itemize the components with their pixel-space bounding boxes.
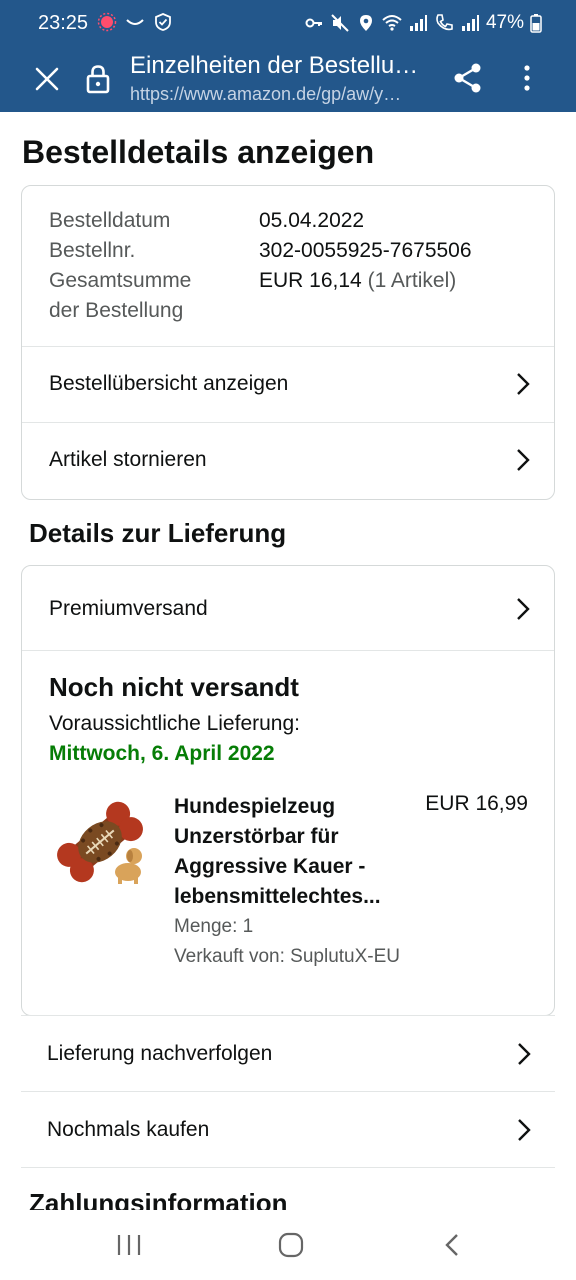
back-icon[interactable]: [438, 1232, 468, 1258]
section-divider: [21, 1167, 555, 1168]
page-heading: Bestelldetails anzeigen: [22, 134, 375, 170]
custom-tab-toolbar: Einzelheiten der Bestellu… https://www.a…: [0, 46, 576, 112]
status-right: 47%: [304, 12, 542, 34]
track-delivery-label: Lieferung nachverfolgen: [47, 1041, 273, 1065]
cancel-items-link[interactable]: Artikel stornieren: [22, 422, 554, 498]
view-order-summary-link[interactable]: Bestellübersicht anzeigen: [22, 346, 554, 422]
cancel-items-label: Artikel stornieren: [49, 448, 207, 471]
chevron-right-icon: [517, 373, 530, 395]
track-delivery-link[interactable]: Lieferung nachverfolgen: [21, 1015, 555, 1091]
product-image[interactable]: [48, 790, 152, 894]
order-date-label: Bestelldatum: [49, 209, 171, 232]
eta-label: Voraussichtliche Lieferung:: [49, 712, 300, 735]
product-price: EUR 16,99: [425, 792, 528, 815]
status-time: 23:25: [38, 12, 89, 34]
home-icon[interactable]: [276, 1232, 306, 1258]
delivery-card: Premiumversand Noch nicht versandt Vorau…: [21, 565, 555, 1016]
call-icon: [436, 14, 453, 31]
close-icon[interactable]: [30, 62, 64, 96]
status-left-icons: [97, 12, 173, 32]
order-item-count: (1 Artikel): [367, 269, 457, 292]
chevron-right-icon: [518, 1042, 531, 1065]
order-total-label-2: der Bestellung: [49, 299, 184, 322]
notification-dot-icon: [97, 12, 117, 32]
buy-again-link[interactable]: Nochmals kaufen: [21, 1091, 555, 1167]
order-summary-card: Bestelldatum 05.04.2022 Bestellnr. 302-0…: [21, 185, 555, 500]
location-icon: [359, 15, 372, 31]
order-number-label: Bestellnr.: [49, 239, 136, 262]
order-total-label: Gesamtsumme: [49, 269, 192, 292]
order-total: EUR 16,14: [259, 269, 362, 292]
page-content: Bestelldetails anzeigen Bestelldatum 05.…: [0, 112, 576, 1210]
lock-icon[interactable]: [84, 63, 112, 95]
buy-again-label: Nochmals kaufen: [47, 1117, 210, 1141]
delivery-heading: Details zur Lieferung: [29, 518, 287, 548]
mute-icon: [331, 14, 349, 32]
system-nav-bar: [0, 1210, 576, 1280]
view-order-summary-label: Bestellübersicht anzeigen: [49, 372, 289, 395]
product-quantity: Menge: 1: [174, 916, 254, 937]
signal-icon-2: [461, 15, 479, 31]
chevron-right-icon: [517, 598, 530, 620]
key-icon: [305, 18, 322, 28]
signal-icon: [409, 15, 427, 31]
product-seller: Verkauft von: SuplutuX-EU: [174, 946, 401, 967]
battery-percent: 47%: [485, 12, 524, 33]
shipping-method-label: Premiumversand: [49, 597, 208, 620]
shipping-method-link[interactable]: Premiumversand: [22, 568, 554, 650]
product-title-link[interactable]: Hundespielzeug Unzerstörbar für Aggressi…: [174, 792, 410, 912]
more-options-icon[interactable]: [512, 60, 542, 96]
order-info: Bestelldatum 05.04.2022 Bestellnr. 302-0…: [49, 206, 472, 326]
payment-heading: Zahlungsinformation: [29, 1188, 288, 1210]
shield-icon: [155, 13, 171, 31]
smile-icon: [126, 19, 144, 25]
wifi-icon: [382, 15, 402, 31]
share-icon[interactable]: [450, 60, 486, 96]
page-title[interactable]: Einzelheiten der Bestellu…: [130, 52, 430, 80]
chevron-right-icon: [518, 1118, 531, 1141]
shipment-status: Noch nicht versandt: [49, 672, 299, 702]
order-number: 302-0055925-7675506: [259, 239, 472, 262]
order-date: 05.04.2022: [259, 209, 365, 232]
status-bar: 23:25 47%: [0, 0, 576, 46]
page-url[interactable]: https://www.amazon.de/gp/aw/y…: [130, 84, 434, 105]
chevron-right-icon: [517, 449, 530, 471]
battery-icon: [530, 14, 542, 33]
recent-apps-icon[interactable]: [114, 1232, 144, 1258]
eta-date: Mittwoch, 6. April 2022: [49, 742, 275, 765]
